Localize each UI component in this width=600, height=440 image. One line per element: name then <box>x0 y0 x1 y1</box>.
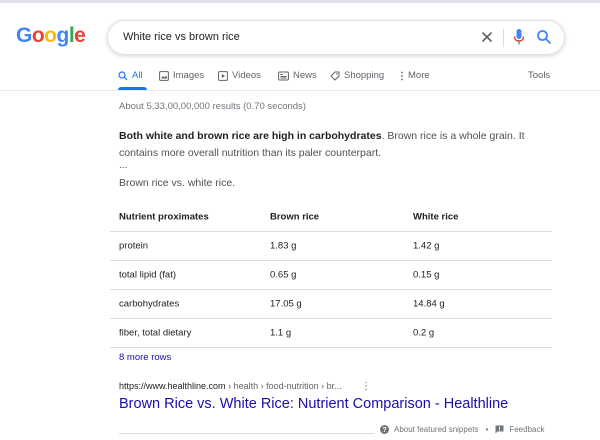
feedback-label: Feedback <box>509 425 545 434</box>
result-path: › health › food-nutrition › br... <box>225 381 342 391</box>
news-icon <box>278 71 289 80</box>
nutrient-table: Nutrient proximates Brown rice White ric… <box>110 202 552 348</box>
tab-images[interactable]: Images <box>159 70 204 81</box>
image-icon <box>159 70 169 81</box>
table-cell: 14.84 g <box>413 298 445 310</box>
about-featured-snippets-link[interactable]: ? About featured snippets <box>380 425 479 434</box>
table-cell: 1.1 g <box>270 327 292 339</box>
svg-text:?: ? <box>382 427 386 434</box>
table-cell: fiber, total dietary <box>119 327 192 339</box>
tab-more[interactable]: More <box>400 70 430 81</box>
snippet-footer: ? About featured snippets • Feedback <box>380 425 544 434</box>
feedback-link[interactable]: Feedback <box>495 425 544 434</box>
column-header: White rice <box>413 211 459 222</box>
google-logo[interactable]: Google <box>16 24 86 48</box>
video-icon <box>218 70 228 81</box>
result-url[interactable]: https://www.healthline.com › health › fo… <box>119 381 342 391</box>
tab-label: Images <box>173 70 205 81</box>
table-cell: total lipid (fat) <box>119 269 177 281</box>
logo-letter: o <box>31 24 45 47</box>
about-label: About featured snippets <box>394 425 479 434</box>
snippet-highlight: Both white and brown rice are high in ca… <box>119 130 382 142</box>
column-header: Brown rice <box>270 211 320 222</box>
logo-letter: o <box>44 24 57 47</box>
table-cell: 0.15 g <box>413 269 440 281</box>
table-cell: 17.05 g <box>270 298 302 310</box>
tab-news[interactable]: News <box>278 70 317 81</box>
table-cell: protein <box>119 240 149 252</box>
clear-icon[interactable] <box>480 30 494 44</box>
tab-label: All <box>132 70 143 81</box>
table-cell: carbohydrates <box>119 298 180 310</box>
snippet-ellipsis: ... <box>119 160 128 171</box>
search-input[interactable]: White rice vs brown rice <box>123 31 240 43</box>
table-row: fiber, total dietary 1.1 g 0.2 g <box>110 319 552 348</box>
tabs-divider <box>0 90 600 91</box>
tab-label: News <box>293 70 317 81</box>
featured-snippet-text: Both white and brown rice are high in ca… <box>119 128 559 162</box>
kebab-icon <box>401 71 403 80</box>
logo-letter: g <box>56 24 70 47</box>
table-cell: 1.83 g <box>270 240 297 252</box>
table-cell: 0.65 g <box>270 269 297 281</box>
table-row: total lipid (fat) 0.65 g 0.15 g <box>110 261 552 290</box>
footer-divider <box>119 433 374 434</box>
result-menu-icon[interactable]: ⋮ <box>361 381 371 392</box>
browser-top-border <box>0 0 600 3</box>
feedback-icon <box>495 425 504 434</box>
tab-all[interactable]: All <box>118 70 143 81</box>
result-stats: About 5,33,00,00,000 results (0.70 secon… <box>119 101 306 112</box>
table-cell: 1.42 g <box>413 240 440 252</box>
logo-letter: G <box>16 24 32 47</box>
table-row: carbohydrates 17.05 g 14.84 g <box>110 290 552 319</box>
help-icon: ? <box>380 425 389 434</box>
table-header: Nutrient proximates Brown rice White ric… <box>110 202 552 232</box>
search-icon[interactable] <box>536 29 552 45</box>
result-domain: https://www.healthline.com <box>119 381 226 391</box>
tag-icon <box>330 71 340 81</box>
column-header: Nutrient proximates <box>119 211 209 222</box>
result-title-link[interactable]: Brown Rice vs. White Rice: Nutrient Comp… <box>119 396 508 412</box>
tab-videos[interactable]: Videos <box>218 70 261 81</box>
search-icon <box>118 70 128 80</box>
tools-button[interactable]: Tools <box>528 70 550 81</box>
snippet-subheading: Brown rice vs. white rice. <box>119 177 236 189</box>
footer-separator: • <box>485 425 489 434</box>
tab-shopping[interactable]: Shopping <box>330 70 384 81</box>
logo-letter: e <box>74 24 86 47</box>
tab-label: Videos <box>232 70 261 81</box>
more-rows-link[interactable]: 8 more rows <box>119 352 171 363</box>
microphone-icon[interactable] <box>512 28 526 46</box>
search-box[interactable]: White rice vs brown rice <box>107 20 565 55</box>
search-divider <box>503 29 504 47</box>
table-row: protein 1.83 g 1.42 g <box>110 232 552 261</box>
table-cell: 0.2 g <box>413 327 435 339</box>
tab-label: More <box>408 70 430 81</box>
tab-label: Shopping <box>344 70 385 81</box>
